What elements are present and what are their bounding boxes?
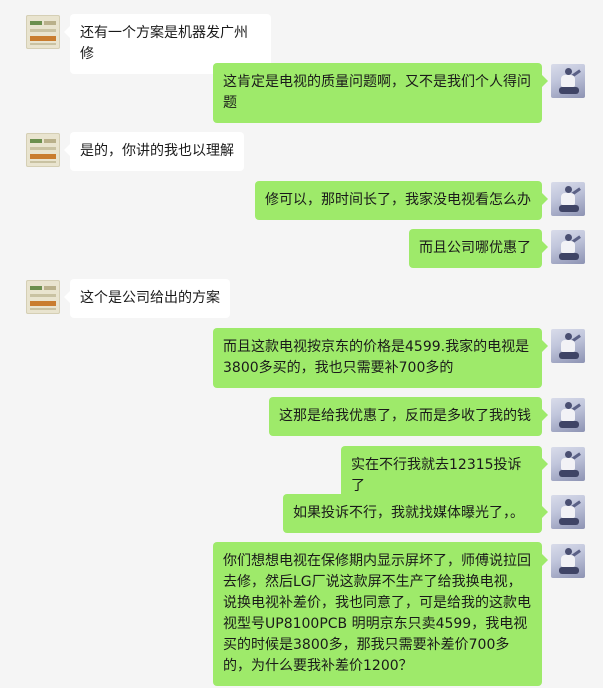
user-avatar-icon[interactable] [551,329,585,363]
user-avatar-icon[interactable] [551,230,585,264]
message-bubble[interactable]: 而且这款电视按京东的价格是4599.我家的电视是3800多买的，我也只需要补70… [213,328,548,388]
brand-avatar-icon[interactable] [26,133,60,167]
user-avatar-icon[interactable] [551,544,585,578]
message-bubble[interactable]: 这肯定是电视的质量问题啊，又不是我们个人得问题 [213,63,548,123]
message-bubble[interactable]: 是的，你讲的我也以理解 [64,132,244,171]
message-bubble[interactable]: 修可以，那时间长了，我家没电视看怎么办 [255,181,548,220]
user-avatar-icon[interactable] [551,495,585,529]
message-bubble[interactable]: 如果投诉不行，我就找媒体曝光了，。 [283,494,548,533]
user-avatar-icon[interactable] [551,182,585,216]
brand-avatar-icon[interactable] [26,280,60,314]
message-bubble[interactable]: 这个是公司给出的方案 [64,279,230,318]
brand-avatar-icon[interactable] [26,15,60,49]
user-avatar-icon[interactable] [551,447,585,481]
user-avatar-icon[interactable] [551,398,585,432]
message-bubble[interactable]: 而且公司哪优惠了 [409,229,548,268]
message-bubble[interactable]: 你们想想电视在保修期内显示屏坏了，师傅说拉回去修，然后LG厂说这款屏不生产了给我… [213,542,548,686]
user-avatar-icon[interactable] [551,64,585,98]
message-bubble[interactable]: 这那是给我优惠了，反而是多收了我的钱 [269,397,548,436]
